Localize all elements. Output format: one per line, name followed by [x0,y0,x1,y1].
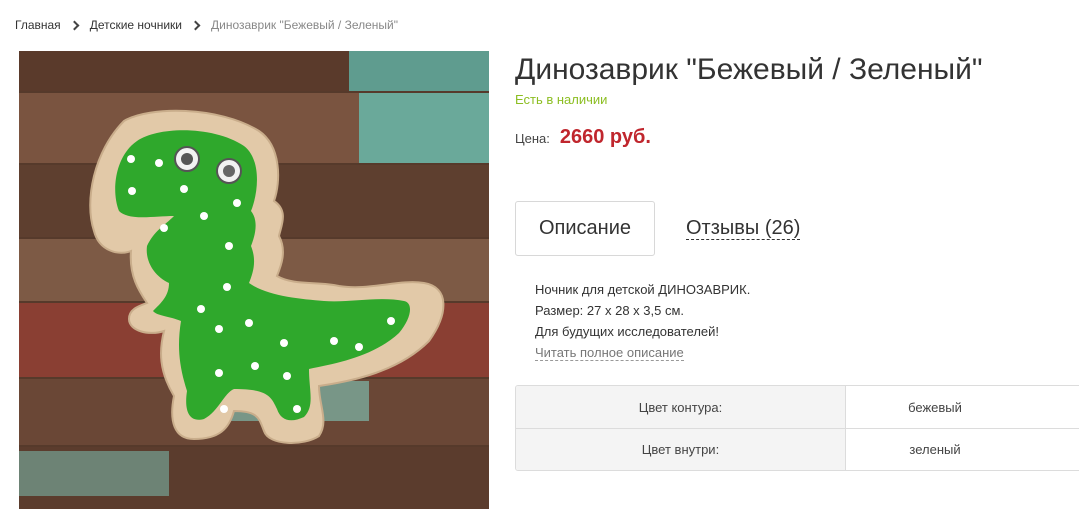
breadcrumb-category-link[interactable]: Детские ночники [90,18,182,32]
product-image[interactable] [19,51,489,509]
price-label: Цена: [515,131,550,146]
tab-description[interactable]: Описание [515,201,655,256]
product-tabs: Описание Отзывы (26) [515,201,801,256]
read-full-description-link[interactable]: Читать полное описание [535,345,684,361]
table-row: Цвет контура: бежевый [516,386,1079,428]
table-row: Цвет внутри: зеленый [516,428,1079,470]
availability-status: Есть в наличии [515,92,608,107]
dino-night-light-photo [19,51,489,509]
price-value: 2660 руб. [559,126,651,148]
breadcrumb: Главная Детские ночники Динозаврик "Беже… [15,18,398,32]
description-line: Для будущих исследователей! [535,324,720,339]
product-title: Динозаврик "Бежевый / Зеленый" [515,53,983,86]
spec-value: бежевый [908,399,962,415]
breadcrumb-home-link[interactable]: Главная [15,18,61,32]
price-row: Цена: 2660 руб. [515,126,651,149]
description-line: Ночник для детской ДИНОЗАВРИК. [535,282,751,297]
tab-reviews[interactable]: Отзывы (26) [686,217,801,240]
description-line: Размер: 27 х 28 х 3,5 см. [535,303,685,318]
specs-table: Цвет контура: бежевый Цвет внутри: зелен… [515,385,1079,471]
chevron-right-icon [190,20,201,30]
description-text: Ночник для детской ДИНОЗАВРИК. Размер: 2… [535,279,750,363]
chevron-right-icon [69,20,80,30]
spec-value: зеленый [909,442,961,457]
breadcrumb-current: Динозаврик "Бежевый / Зеленый" [210,18,398,32]
spec-name: Цвет внутри: [516,429,846,470]
spec-name: Цвет контура: [516,386,846,428]
